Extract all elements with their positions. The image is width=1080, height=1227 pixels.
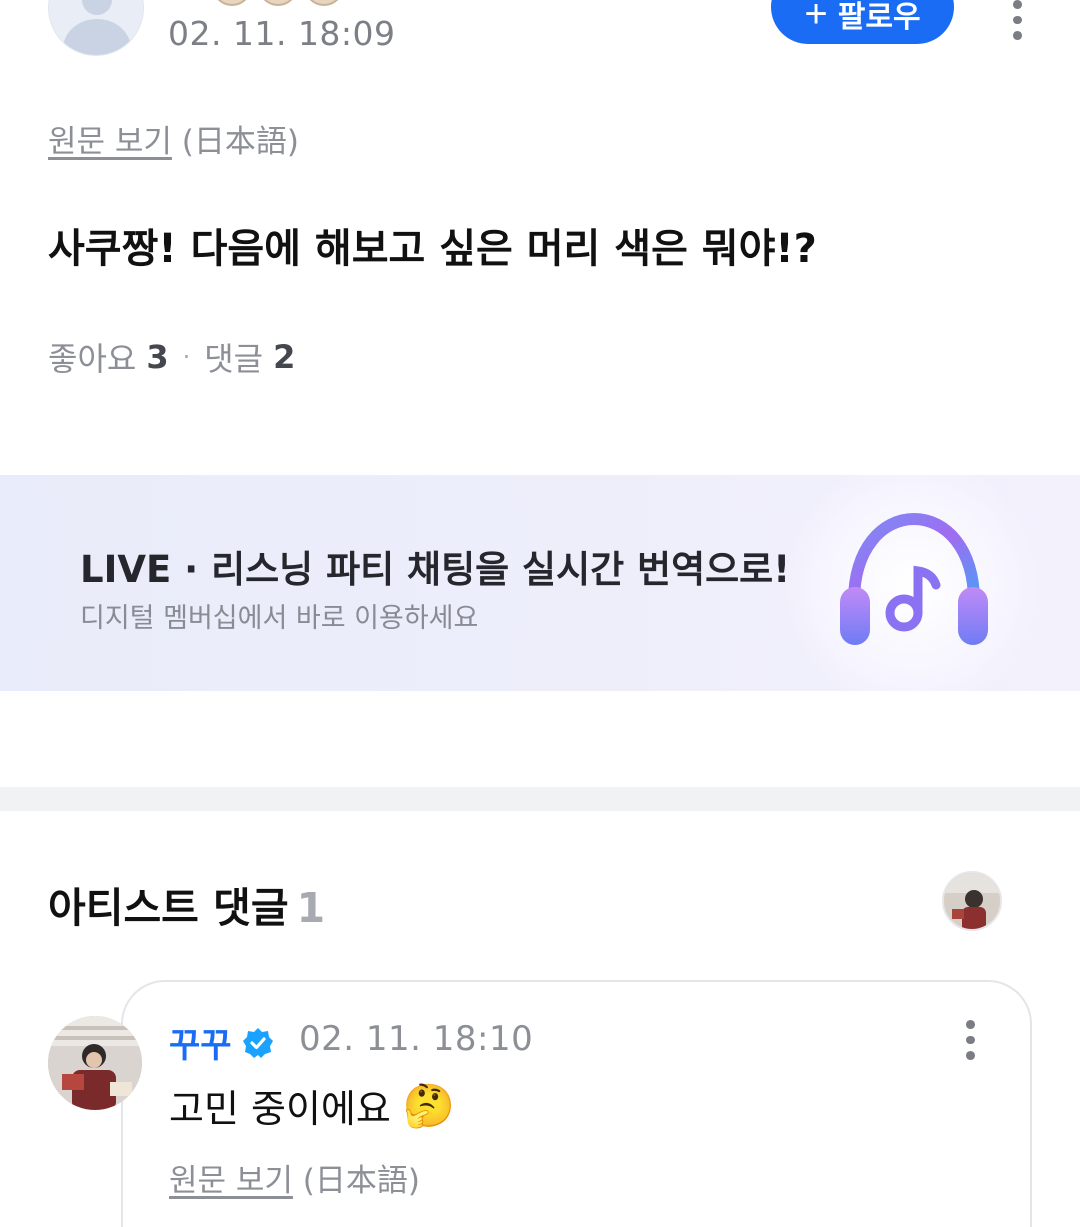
original-language-label: (日本語)	[181, 124, 299, 160]
comment-original-language-link[interactable]: 원문 보기 (日本語)	[169, 1155, 420, 1200]
emoji-fragment	[304, 0, 344, 6]
comments-count: 2	[273, 338, 296, 376]
author-avatar[interactable]	[48, 0, 144, 56]
default-avatar-body-icon	[63, 19, 131, 55]
commenter-name[interactable]: 꾸꾸	[169, 1018, 232, 1067]
stats-separator: ·	[182, 343, 191, 371]
thinking-face-emoji: 🤔	[402, 1080, 456, 1130]
artist-comments-title: 아티스트 댓글	[48, 884, 289, 932]
post-body-text: 사쿠짱! 다음에 해보고 싶은 머리 색은 뭐야!?	[48, 226, 817, 272]
comment-more-options-icon[interactable]	[957, 1020, 983, 1061]
artist-avatar-thumbnail[interactable]	[942, 871, 1002, 931]
emoji-fragment	[212, 0, 252, 6]
view-original-link[interactable]: 원문 보기	[48, 124, 172, 160]
comment-body: 고민 중이에요 🤔	[169, 1078, 455, 1133]
commenter-photo	[48, 1016, 142, 1110]
banner-subtitle: 디지털 멤버십에서 바로 이용하세요	[80, 603, 479, 634]
commenter-name-row[interactable]: 꾸꾸	[169, 1018, 274, 1067]
post-date: 02. 11. 18:09	[168, 14, 396, 53]
post-original-language-link[interactable]: 원문 보기 (日本語)	[48, 116, 299, 161]
comment-view-original-link[interactable]: 원문 보기	[169, 1163, 293, 1199]
comment-original-language-label: (日本語)	[302, 1163, 420, 1199]
author-name-emoji-peek	[212, 0, 360, 6]
headphone-music-icon	[840, 512, 988, 645]
banner-title: LIVE · 리스닝 파티 채팅을 실시간 번역으로!	[80, 548, 791, 591]
post-stats: 좋아요 3 · 댓글 2	[48, 334, 295, 380]
comments-label[interactable]: 댓글	[204, 334, 263, 380]
likes-count: 3	[146, 338, 169, 376]
post-more-options-icon[interactable]	[1004, 0, 1030, 41]
verified-badge-icon	[242, 1027, 273, 1058]
emoji-fragment	[258, 0, 298, 6]
section-divider	[0, 787, 1080, 811]
comment-date: 02. 11. 18:10	[299, 1019, 534, 1059]
follow-button[interactable]: + 팔로우	[771, 0, 954, 44]
plus-icon: +	[804, 0, 828, 36]
follow-label: 팔로우	[837, 1, 921, 34]
artist-comments-header: 아티스트 댓글 1	[48, 874, 325, 934]
promo-banner[interactable]: LIVE · 리스닝 파티 채팅을 실시간 번역으로! 디지털 멤버십에서 바로…	[0, 475, 1080, 691]
comment-text: 고민 중이에요	[169, 1087, 391, 1131]
artist-photo	[944, 873, 1000, 929]
likes-label[interactable]: 좋아요	[48, 334, 136, 380]
commenter-avatar[interactable]	[48, 1016, 142, 1110]
default-avatar-head-icon	[82, 0, 112, 15]
artist-comments-count: 1	[296, 884, 326, 932]
